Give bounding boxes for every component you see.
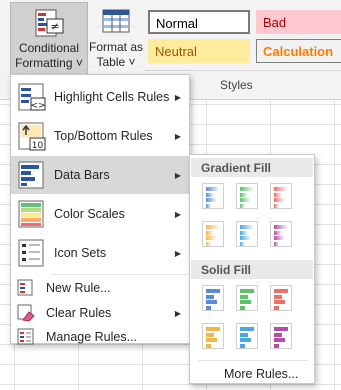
solid-data-bar-option[interactable] (202, 285, 224, 311)
style-calculation[interactable]: Calculation (256, 39, 341, 63)
gradient-data-bar-option[interactable] (236, 221, 258, 247)
top-bottom-icon: 10 (18, 122, 46, 151)
submenu-arrow-icon: ▶ (174, 170, 181, 180)
solid-data-bar-option[interactable] (236, 323, 258, 349)
gradient-data-bar-option[interactable] (202, 221, 224, 247)
menu-label: Manage Rules... (46, 330, 138, 344)
top10-badge: 10 (32, 141, 44, 151)
gradient-data-bar-option[interactable] (270, 183, 292, 209)
format-as-table-label-1: Format as (88, 40, 143, 54)
styles-group-label: Styles (220, 78, 253, 92)
gradient-data-bar-option[interactable] (236, 183, 258, 209)
new-rule-icon (17, 279, 33, 296)
conditional-formatting-label-2: Formatting ˅ (15, 56, 83, 70)
menu-label: Top/Bottom Rules (54, 129, 153, 143)
menu-item-data-bars[interactable]: Data Bars ▶ (11, 156, 189, 194)
menu-item-icon-sets[interactable]: Icon Sets ▶ (11, 234, 189, 272)
submenu-divider (198, 360, 308, 361)
solid-data-bar-option[interactable] (270, 285, 292, 311)
solid-data-bar-option[interactable] (270, 323, 292, 349)
conditional-formatting-menu: <> Highlight Cells Rules ▶ 10 Top/Bottom… (10, 74, 190, 345)
gradient-fill-heading: Gradient Fill (191, 158, 313, 177)
menu-item-top-bottom-rules[interactable]: 10 Top/Bottom Rules ▶ (11, 117, 189, 155)
group-divider (145, 70, 341, 71)
style-normal[interactable]: Normal (148, 10, 250, 34)
solid-fill-heading: Solid Fill (191, 260, 313, 279)
solid-data-bar-option[interactable] (202, 323, 224, 349)
submenu-arrow-icon: ▶ (174, 248, 181, 258)
menu-label: Clear Rules (46, 306, 112, 320)
menu-label: Icon Sets (54, 246, 107, 260)
color-scales-icon (18, 200, 44, 228)
submenu-arrow-icon: ▶ (174, 131, 181, 141)
menu-label: New Rule... (46, 281, 111, 295)
menu-divider (51, 274, 187, 275)
gradient-data-bar-option[interactable] (270, 221, 292, 247)
menu-label: Color Scales (54, 207, 125, 221)
data-bars-icon (18, 161, 44, 189)
gradient-data-bar-option[interactable] (202, 183, 224, 209)
submenu-arrow-icon: ▶ (174, 209, 181, 219)
clear-rules-icon (17, 304, 35, 322)
solid-data-bar-option[interactable] (236, 285, 258, 311)
menu-item-color-scales[interactable]: Color Scales ▶ (11, 195, 189, 233)
svg-text:≠: ≠ (50, 20, 59, 33)
manage-rules-icon (17, 328, 34, 345)
svg-text:<>: <> (30, 101, 45, 111)
cell-styles-gallery: Normal Bad Neutral Calculation (146, 8, 341, 66)
menu-item-highlight-cells-rules[interactable]: <> Highlight Cells Rules ▶ (11, 78, 189, 116)
conditional-formatting-button[interactable]: ≠ Conditional Formatting ˅ (10, 2, 88, 76)
format-as-table-label-2: Table ˅ (96, 55, 136, 69)
format-as-table-icon (102, 9, 130, 33)
menu-label: Data Bars (54, 168, 110, 182)
conditional-formatting-label-1: Conditional (18, 41, 80, 55)
more-rules-link[interactable]: More Rules... (224, 367, 298, 381)
style-bad[interactable]: Bad (256, 10, 341, 34)
icon-sets-icon (18, 239, 44, 267)
submenu-arrow-icon: ▶ (174, 92, 181, 102)
menu-item-manage-rules[interactable]: Manage Rules... (11, 325, 189, 349)
style-neutral[interactable]: Neutral (148, 39, 250, 63)
format-as-table-button[interactable]: Format as Table ˅ (88, 2, 144, 76)
conditional-formatting-icon: ≠ (35, 9, 64, 37)
highlight-cells-icon: <> (18, 83, 46, 111)
submenu-arrow-icon: ▶ (174, 308, 181, 318)
menu-item-new-rule[interactable]: New Rule... (11, 276, 189, 300)
data-bars-submenu: Gradient Fill Solid Fill More Rules... (189, 154, 315, 384)
menu-label: Highlight Cells Rules (54, 90, 170, 104)
menu-item-clear-rules[interactable]: Clear Rules ▶ (11, 301, 189, 325)
